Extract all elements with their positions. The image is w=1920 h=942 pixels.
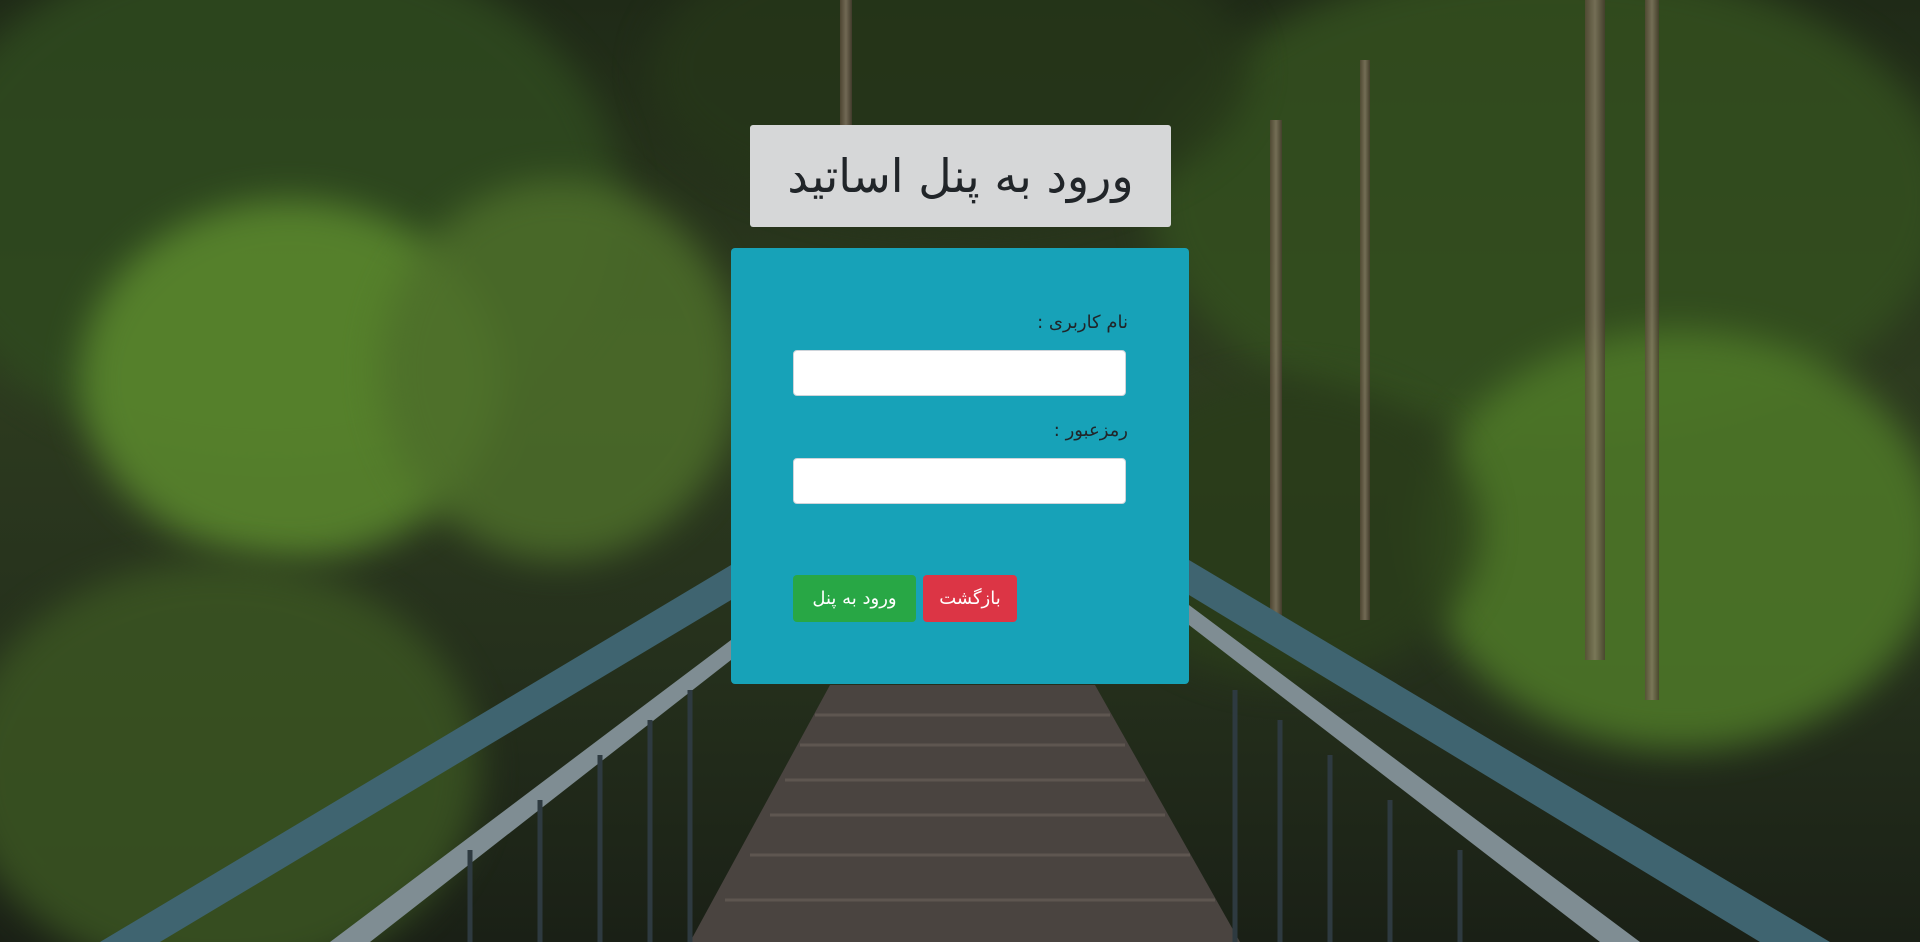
login-panel: نام کاربری : رمزعبور : بازگشت ورود به پن… bbox=[731, 248, 1189, 684]
login-button[interactable]: ورود به پنل bbox=[793, 575, 916, 622]
username-input[interactable] bbox=[793, 350, 1126, 396]
page-title: ورود به پنل اساتید bbox=[787, 149, 1134, 203]
username-label: نام کاربری : bbox=[1037, 312, 1128, 333]
page-title-box: ورود به پنل اساتید bbox=[750, 125, 1171, 227]
back-button[interactable]: بازگشت bbox=[923, 575, 1017, 622]
password-input[interactable] bbox=[793, 458, 1126, 504]
password-label: رمزعبور : bbox=[1053, 420, 1128, 441]
background-photo: ورود به پنل اساتید نام کاربری : رمزعبور … bbox=[0, 0, 1920, 942]
